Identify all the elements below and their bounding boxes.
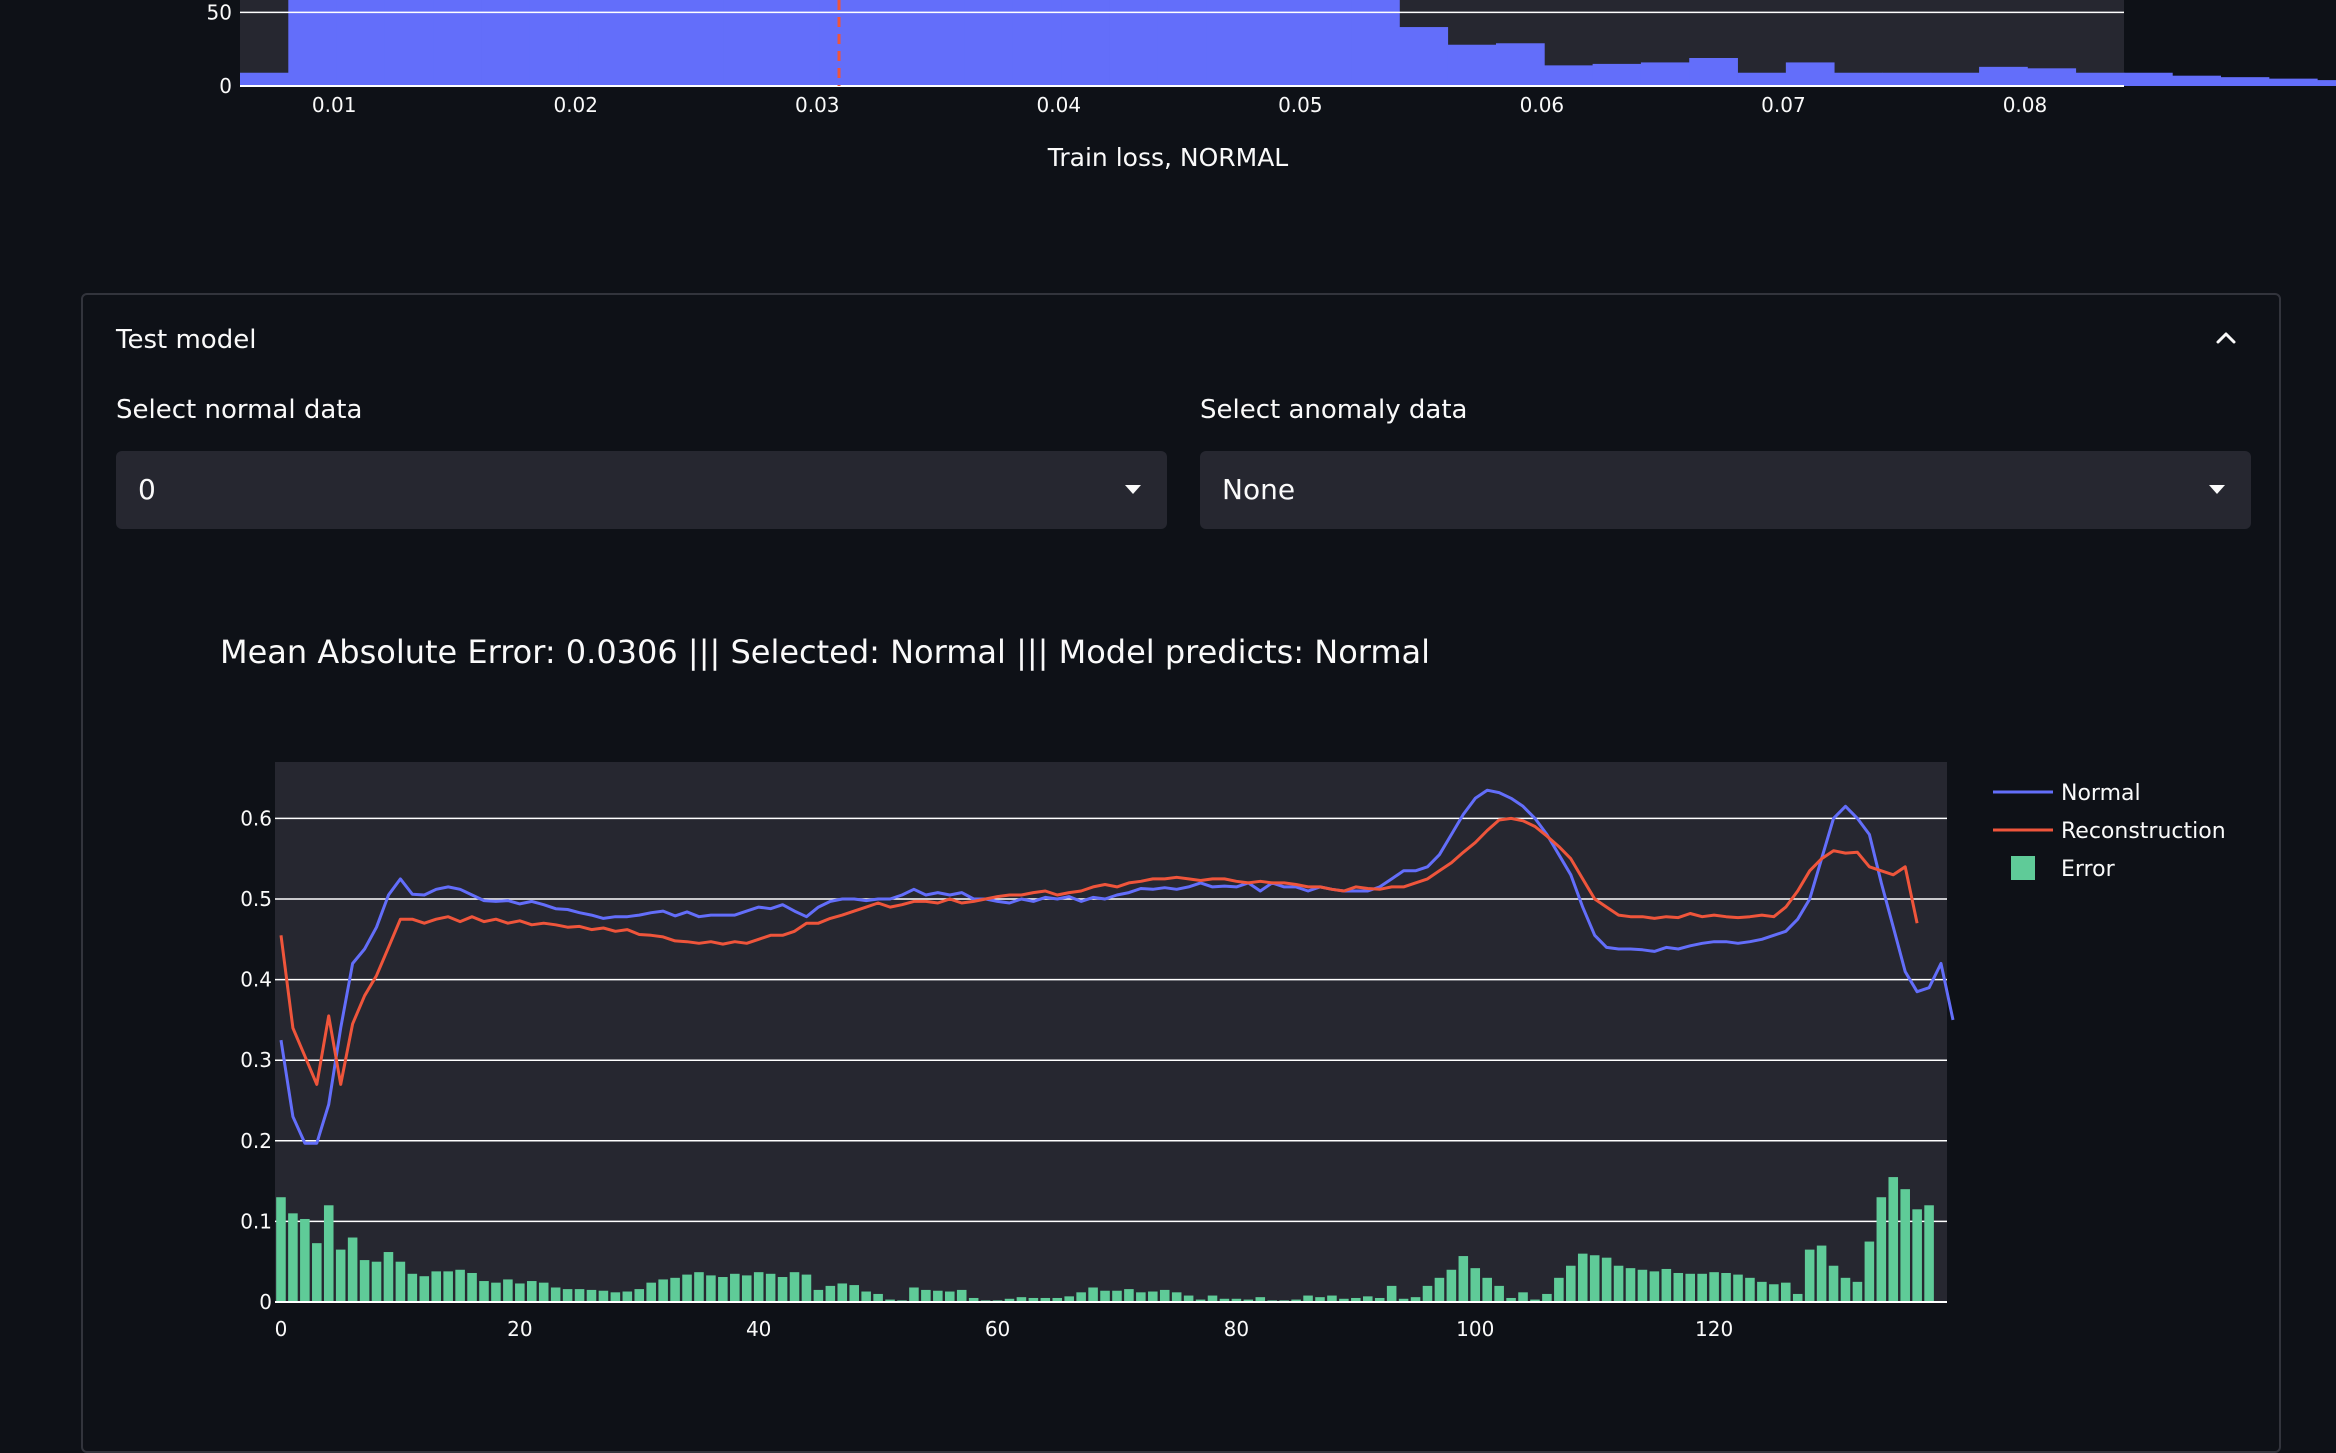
histogram-bar [1640,62,1690,86]
histogram-bar [1592,63,1642,86]
histogram-bar [1834,72,1883,86]
histogram-bar [1544,65,1594,86]
normal-select-value: 0 [138,473,156,506]
anomaly-select-value: None [1222,473,1296,506]
histogram-x-tick-label: 0.07 [1761,93,1806,117]
normal-select-label: Select normal data [116,395,363,425]
normal-data-select[interactable]: 0 [116,451,1167,529]
histogram-bar [1399,27,1449,86]
histogram-bar [1930,72,1980,86]
histogram-bar [240,72,289,86]
histogram-x-tick-label: 0.08 [2003,93,2048,117]
model-result-text: Mean Absolute Error: 0.0306 ||| Selected… [220,633,1431,671]
histogram-bar [2268,78,2318,86]
histogram-y-tick-label: 50 [207,0,232,24]
histogram-bar [1785,62,1835,86]
histogram-bar [2075,72,2125,86]
histogram-bar [1737,72,1787,86]
caret-down-icon[interactable] [2209,485,2225,494]
anomaly-select-label: Select anomaly data [1200,395,1468,425]
chevron-up-icon[interactable] [2213,325,2239,351]
histogram-bar [1882,72,1932,86]
histogram-x-tick-label: 0.06 [1520,93,1565,117]
histogram-bar [1689,58,1738,86]
histogram-x-tick-label: 0.02 [553,93,598,117]
histogram-x-tick-label: 0.03 [795,93,840,117]
histogram-bar [2124,72,2173,86]
histogram-x-tick-label: 0.04 [1037,93,1082,117]
caret-down-icon[interactable] [1125,485,1141,494]
histogram-bar [1447,44,1497,86]
histogram-bar [1979,66,2028,86]
histogram-bar [2317,80,2336,86]
test-model-expander: Test model Select normal data 0 Select a… [81,293,2281,1453]
histogram-x-axis-title: Train loss, NORMAL [1047,143,1289,172]
expander-title[interactable]: Test model [116,325,256,355]
histogram-bar [1496,43,1545,86]
histogram-bar [2027,68,2077,86]
histogram-bar [2220,77,2270,86]
histogram-x-tick-label: 0.05 [1278,93,1323,117]
train-loss-histogram: 0 50 0.01 0.02 0.03 0.04 0.05 0.06 0.07 0.08 [207,0,2336,117]
histogram-y-tick-label: 0 [219,74,232,98]
histogram-bar [2172,75,2222,86]
histogram-x-tick-label: 0.01 [312,93,357,117]
anomaly-data-select[interactable]: None [1200,451,2251,529]
